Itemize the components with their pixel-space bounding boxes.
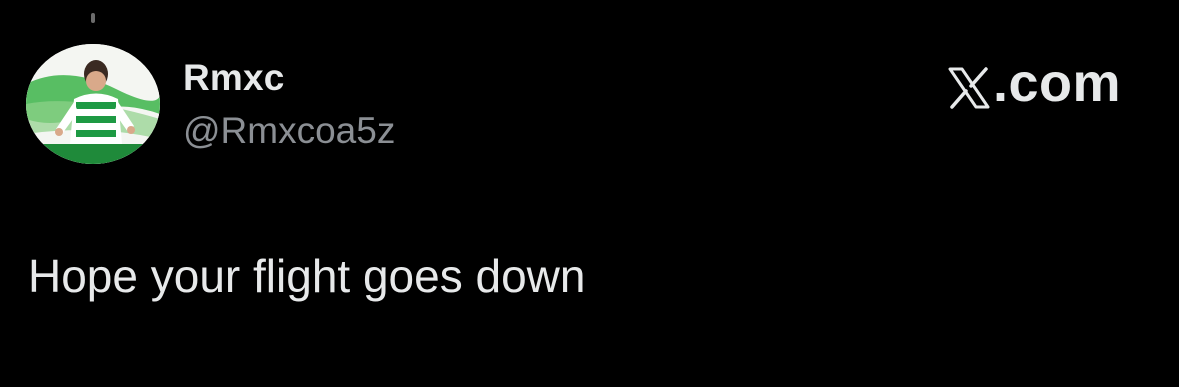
top-divider-tick xyxy=(91,13,95,23)
tweet-text: Hope your flight goes down xyxy=(28,250,586,302)
avatar[interactable] xyxy=(26,44,160,164)
brand-suffix: .com xyxy=(992,53,1121,113)
user-handle[interactable]: @Rmxcoa5z xyxy=(183,110,395,152)
profile-photo-icon xyxy=(26,44,160,164)
x-logo-icon xyxy=(947,61,991,109)
display-name[interactable]: Rmxc xyxy=(183,57,285,99)
brand-watermark: .com xyxy=(947,52,1121,114)
